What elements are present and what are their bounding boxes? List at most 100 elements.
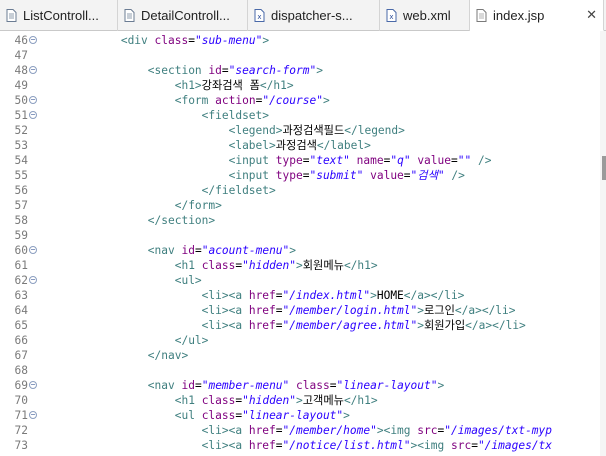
text-token: = bbox=[275, 304, 283, 317]
java-file-icon bbox=[124, 9, 135, 22]
code-line[interactable]: 49 <h1>강좌검색 폼</h1> bbox=[0, 78, 606, 93]
code-line[interactable]: 47 bbox=[0, 48, 606, 63]
tab-dispatcher-s[interactable]: x dispatcher-s... bbox=[248, 0, 380, 31]
code-line[interactable]: 67 </nav> bbox=[0, 348, 606, 363]
tag-token: </h1> bbox=[343, 259, 378, 272]
code-line[interactable]: 73 <li><a href="/notice/list.html"><img … bbox=[0, 438, 606, 453]
code-line[interactable]: 63 <li><a href="/index.html">HOME</a></l… bbox=[0, 288, 606, 303]
fold-toggle-icon[interactable]: − bbox=[29, 381, 37, 389]
value-token: "/images/tx bbox=[477, 439, 553, 452]
code-line[interactable]: 60− <nav id="acount-menu"> bbox=[0, 243, 606, 258]
code-line[interactable]: 69− <nav id="member-menu" class="linear-… bbox=[0, 378, 606, 393]
value-token: "/member/agree.html" bbox=[282, 319, 418, 332]
tab-label: ListControll... bbox=[23, 8, 99, 23]
line-number: 66 bbox=[14, 334, 28, 347]
attribute-token: class bbox=[154, 34, 189, 47]
code-text: <div class="sub-menu"> bbox=[40, 33, 269, 48]
tab-web-xml[interactable]: x web.xml bbox=[380, 0, 470, 31]
scrollbar-thumb[interactable] bbox=[602, 156, 606, 180]
code-line[interactable]: 66 </ul> bbox=[0, 333, 606, 348]
attribute-token: class bbox=[201, 394, 236, 407]
fold-toggle-icon[interactable]: − bbox=[29, 66, 37, 74]
text-token: = bbox=[221, 64, 229, 77]
fold-toggle-icon[interactable]: − bbox=[29, 411, 37, 419]
tab-listcontroll[interactable]: ListControll... bbox=[0, 0, 118, 31]
code-text: <section id="search-form"> bbox=[40, 63, 323, 78]
line-number: 48 bbox=[14, 64, 28, 77]
tag-token: <img bbox=[383, 424, 411, 437]
code-line[interactable]: 55 <input type="submit" value="검색" /> bbox=[0, 168, 606, 183]
code-line[interactable]: 52 <legend>과정검색필드</legend> bbox=[0, 123, 606, 138]
code-text: <li><a href="/index.html">HOME</a></li> bbox=[40, 288, 465, 303]
code-line[interactable]: 70 <h1 class="hidden">고객메뉴</h1> bbox=[0, 393, 606, 408]
code-text: <li><a href="/member/home"><img src="/im… bbox=[40, 423, 552, 438]
code-line[interactable]: 62− <ul> bbox=[0, 273, 606, 288]
tag-token: </nav> bbox=[147, 349, 189, 362]
text-token: = bbox=[275, 439, 283, 452]
code-line[interactable]: 54 <input type="text" name="q" value="" … bbox=[0, 153, 606, 168]
code-line[interactable]: 46− <div class="sub-menu"> bbox=[0, 33, 606, 48]
close-icon[interactable]: ✕ bbox=[578, 7, 597, 23]
code-line[interactable]: 51− <fieldset> bbox=[0, 108, 606, 123]
fold-toggle-icon[interactable]: − bbox=[29, 111, 37, 119]
fold-toggle-icon[interactable]: − bbox=[29, 276, 37, 284]
tag-token: <li><a bbox=[201, 439, 243, 452]
fold-toggle-icon[interactable]: − bbox=[29, 246, 37, 254]
xml-file-icon: x bbox=[386, 9, 397, 22]
code-line[interactable]: 48− <section id="search-form"> bbox=[0, 63, 606, 78]
line-number: 60 bbox=[14, 244, 28, 257]
tag-token: > bbox=[322, 94, 330, 107]
text-token: = bbox=[275, 424, 283, 437]
tab-label: index.jsp bbox=[493, 7, 545, 23]
code-line[interactable]: 68 bbox=[0, 363, 606, 378]
code-line[interactable]: 56 </fieldset> bbox=[0, 183, 606, 198]
code-line[interactable]: 72 <li><a href="/member/home"><img src="… bbox=[0, 423, 606, 438]
code-text: <h1 class="hidden">회원메뉴</h1> bbox=[40, 258, 378, 273]
code-line[interactable]: 65 <li><a href="/member/agree.html">회원가입… bbox=[0, 318, 606, 333]
code-line[interactable]: 59 bbox=[0, 228, 606, 243]
code-line[interactable]: 50− <form action="/course"> bbox=[0, 93, 606, 108]
code-line[interactable]: 57 </form> bbox=[0, 198, 606, 213]
line-number: 71 bbox=[14, 409, 28, 422]
line-number: 56 bbox=[14, 184, 28, 197]
line-number: 72 bbox=[14, 424, 28, 437]
tag-token: <li><a bbox=[201, 289, 243, 302]
attribute-token: href bbox=[248, 304, 276, 317]
code-line[interactable]: 53 <label>과정검색</label> bbox=[0, 138, 606, 153]
tab-label: web.xml bbox=[403, 8, 451, 23]
attribute-token: action bbox=[215, 94, 256, 107]
tag-token: > bbox=[417, 304, 424, 317]
code-editor[interactable]: 46− <div class="sub-menu"> 47 48− <section… bbox=[0, 31, 606, 456]
tag-token: </section> bbox=[147, 214, 216, 227]
code-text: <form action="/course"> bbox=[40, 93, 330, 108]
tag-token: </a></li> bbox=[403, 289, 465, 302]
tab-label: dispatcher-s... bbox=[271, 8, 353, 23]
line-number: 73 bbox=[14, 439, 28, 452]
attribute-token: type bbox=[275, 169, 303, 182]
code-line[interactable]: 61 <h1 class="hidden">회원메뉴</h1> bbox=[0, 258, 606, 273]
vertical-scrollbar[interactable] bbox=[600, 31, 606, 456]
tab-index-jsp[interactable]: index.jsp ✕ bbox=[470, 0, 604, 31]
line-number: 54 bbox=[14, 154, 28, 167]
text-token: = bbox=[194, 379, 202, 392]
code-text: <input type="text" name="q" value="" /> bbox=[40, 153, 492, 168]
tag-token: </h1> bbox=[343, 394, 378, 407]
code-line[interactable]: 64 <li><a href="/member/login.html">로그인<… bbox=[0, 303, 606, 318]
code-line[interactable]: 58 </section> bbox=[0, 213, 606, 228]
fold-toggle-icon[interactable]: − bbox=[29, 36, 37, 44]
code-text: </form> bbox=[40, 198, 222, 213]
fold-toggle-icon[interactable]: − bbox=[29, 96, 37, 104]
tab-detailcontroll[interactable]: DetailControll... bbox=[118, 0, 248, 31]
code-line[interactable]: 71− <ul class="linear-layout"> bbox=[0, 408, 606, 423]
editor-tab-bar: ListControll... DetailControll... x dispatc… bbox=[0, 0, 606, 31]
line-number: 55 bbox=[14, 169, 28, 182]
jsp-file-icon bbox=[476, 8, 487, 22]
